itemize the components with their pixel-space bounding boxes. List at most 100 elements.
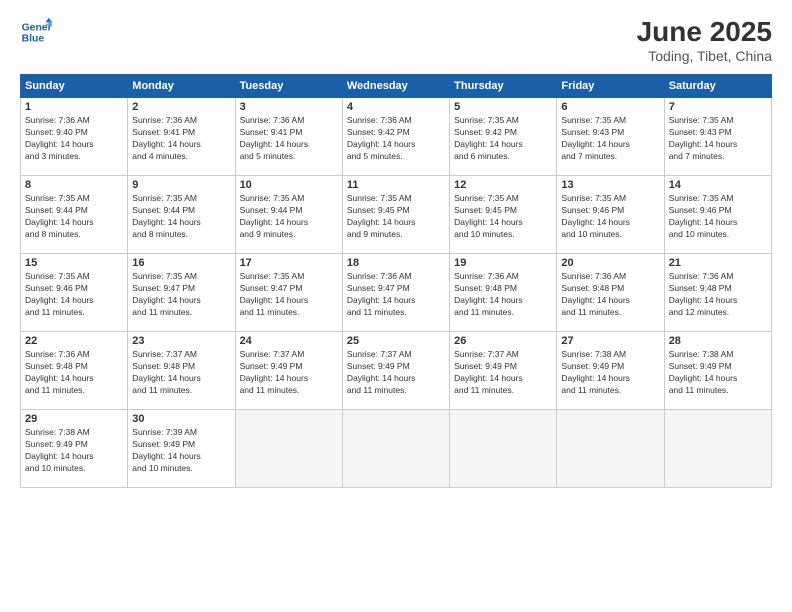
daylight-minutes: and 9 minutes. [347,229,403,239]
sunrise-label: Sunrise: 7:36 AM [347,115,412,125]
sunrise-label: Sunrise: 7:37 AM [454,349,519,359]
day-cell-21: 21 Sunrise: 7:36 AM Sunset: 9:48 PM Dayl… [664,254,771,332]
sunrise-label: Sunrise: 7:38 AM [25,427,90,437]
daylight-minutes: and 10 minutes. [454,229,514,239]
calendar-week-1: 1 Sunrise: 7:36 AM Sunset: 9:40 PM Dayli… [21,98,772,176]
sunset-label: Sunset: 9:44 PM [132,205,195,215]
day-info: Sunrise: 7:38 AM Sunset: 9:49 PM Dayligh… [561,349,659,397]
sunset-label: Sunset: 9:48 PM [25,361,88,371]
day-info: Sunrise: 7:35 AM Sunset: 9:43 PM Dayligh… [561,115,659,163]
daylight-label: Daylight: 14 hours [132,295,201,305]
day-cell-7: 7 Sunrise: 7:35 AM Sunset: 9:43 PM Dayli… [664,98,771,176]
daylight-label: Daylight: 14 hours [669,217,738,227]
calendar-week-2: 8 Sunrise: 7:35 AM Sunset: 9:44 PM Dayli… [21,176,772,254]
sunset-label: Sunset: 9:44 PM [240,205,303,215]
daylight-label: Daylight: 14 hours [347,373,416,383]
sunset-label: Sunset: 9:49 PM [347,361,410,371]
daylight-minutes: and 4 minutes. [132,151,188,161]
day-number: 8 [25,179,123,191]
sunset-label: Sunset: 9:47 PM [240,283,303,293]
day-cell-25: 25 Sunrise: 7:37 AM Sunset: 9:49 PM Dayl… [342,332,449,410]
empty-cell [664,410,771,488]
day-cell-5: 5 Sunrise: 7:35 AM Sunset: 9:42 PM Dayli… [450,98,557,176]
daylight-label: Daylight: 14 hours [669,373,738,383]
day-info: Sunrise: 7:35 AM Sunset: 9:44 PM Dayligh… [132,193,230,241]
day-info: Sunrise: 7:36 AM Sunset: 9:40 PM Dayligh… [25,115,123,163]
daylight-minutes: and 10 minutes. [561,229,621,239]
day-cell-30: 30 Sunrise: 7:39 AM Sunset: 9:49 PM Dayl… [128,410,235,488]
day-number: 15 [25,257,123,269]
sunset-label: Sunset: 9:49 PM [669,361,732,371]
day-number: 27 [561,335,659,347]
col-wednesday: Wednesday [342,75,449,98]
day-info: Sunrise: 7:35 AM Sunset: 9:47 PM Dayligh… [240,271,338,319]
daylight-minutes: and 10 minutes. [669,229,729,239]
daylight-minutes: and 12 minutes. [669,307,729,317]
daylight-label: Daylight: 14 hours [132,217,201,227]
daylight-label: Daylight: 14 hours [454,139,523,149]
day-number: 28 [669,335,767,347]
sunrise-label: Sunrise: 7:37 AM [240,349,305,359]
day-info: Sunrise: 7:37 AM Sunset: 9:49 PM Dayligh… [454,349,552,397]
calendar-week-4: 22 Sunrise: 7:36 AM Sunset: 9:48 PM Dayl… [21,332,772,410]
daylight-label: Daylight: 14 hours [240,217,309,227]
sunrise-label: Sunrise: 7:36 AM [25,115,90,125]
day-number: 20 [561,257,659,269]
daylight-minutes: and 3 minutes. [25,151,81,161]
daylight-label: Daylight: 14 hours [454,217,523,227]
day-cell-19: 19 Sunrise: 7:36 AM Sunset: 9:48 PM Dayl… [450,254,557,332]
day-info: Sunrise: 7:36 AM Sunset: 9:48 PM Dayligh… [669,271,767,319]
daylight-label: Daylight: 14 hours [25,217,94,227]
day-cell-9: 9 Sunrise: 7:35 AM Sunset: 9:44 PM Dayli… [128,176,235,254]
header-row: Sunday Monday Tuesday Wednesday Thursday… [21,75,772,98]
day-number: 3 [240,101,338,113]
daylight-label: Daylight: 14 hours [240,139,309,149]
day-info: Sunrise: 7:37 AM Sunset: 9:49 PM Dayligh… [240,349,338,397]
day-cell-24: 24 Sunrise: 7:37 AM Sunset: 9:49 PM Dayl… [235,332,342,410]
daylight-label: Daylight: 14 hours [454,295,523,305]
sunrise-label: Sunrise: 7:35 AM [25,193,90,203]
daylight-minutes: and 11 minutes. [25,307,85,317]
sunset-label: Sunset: 9:45 PM [454,205,517,215]
col-tuesday: Tuesday [235,75,342,98]
sunset-label: Sunset: 9:49 PM [25,439,88,449]
day-cell-10: 10 Sunrise: 7:35 AM Sunset: 9:44 PM Dayl… [235,176,342,254]
daylight-label: Daylight: 14 hours [25,139,94,149]
day-number: 17 [240,257,338,269]
col-monday: Monday [128,75,235,98]
sunrise-label: Sunrise: 7:36 AM [132,115,197,125]
daylight-minutes: and 11 minutes. [347,385,407,395]
day-cell-14: 14 Sunrise: 7:35 AM Sunset: 9:46 PM Dayl… [664,176,771,254]
sunset-label: Sunset: 9:41 PM [240,127,303,137]
day-info: Sunrise: 7:38 AM Sunset: 9:49 PM Dayligh… [25,427,123,475]
daylight-minutes: and 6 minutes. [454,151,510,161]
daylight-minutes: and 11 minutes. [454,307,514,317]
day-cell-16: 16 Sunrise: 7:35 AM Sunset: 9:47 PM Dayl… [128,254,235,332]
sunset-label: Sunset: 9:47 PM [347,283,410,293]
day-cell-20: 20 Sunrise: 7:36 AM Sunset: 9:48 PM Dayl… [557,254,664,332]
daylight-label: Daylight: 14 hours [132,373,201,383]
sunset-label: Sunset: 9:47 PM [132,283,195,293]
daylight-minutes: and 11 minutes. [561,385,621,395]
sunrise-label: Sunrise: 7:35 AM [132,271,197,281]
daylight-minutes: and 11 minutes. [240,307,300,317]
daylight-minutes: and 11 minutes. [132,307,192,317]
sunrise-label: Sunrise: 7:35 AM [454,193,519,203]
calendar-table: Sunday Monday Tuesday Wednesday Thursday… [20,74,772,488]
day-info: Sunrise: 7:39 AM Sunset: 9:49 PM Dayligh… [132,427,230,475]
sunset-label: Sunset: 9:42 PM [454,127,517,137]
day-info: Sunrise: 7:35 AM Sunset: 9:44 PM Dayligh… [25,193,123,241]
daylight-label: Daylight: 14 hours [561,373,630,383]
sunset-label: Sunset: 9:48 PM [669,283,732,293]
day-number: 1 [25,101,123,113]
sunset-label: Sunset: 9:41 PM [132,127,195,137]
day-info: Sunrise: 7:37 AM Sunset: 9:48 PM Dayligh… [132,349,230,397]
calendar-week-3: 15 Sunrise: 7:35 AM Sunset: 9:46 PM Dayl… [21,254,772,332]
daylight-label: Daylight: 14 hours [669,139,738,149]
day-cell-23: 23 Sunrise: 7:37 AM Sunset: 9:48 PM Dayl… [128,332,235,410]
day-info: Sunrise: 7:35 AM Sunset: 9:46 PM Dayligh… [561,193,659,241]
sunrise-label: Sunrise: 7:35 AM [669,115,734,125]
sunrise-label: Sunrise: 7:36 AM [454,271,519,281]
sunrise-label: Sunrise: 7:35 AM [561,193,626,203]
day-number: 14 [669,179,767,191]
